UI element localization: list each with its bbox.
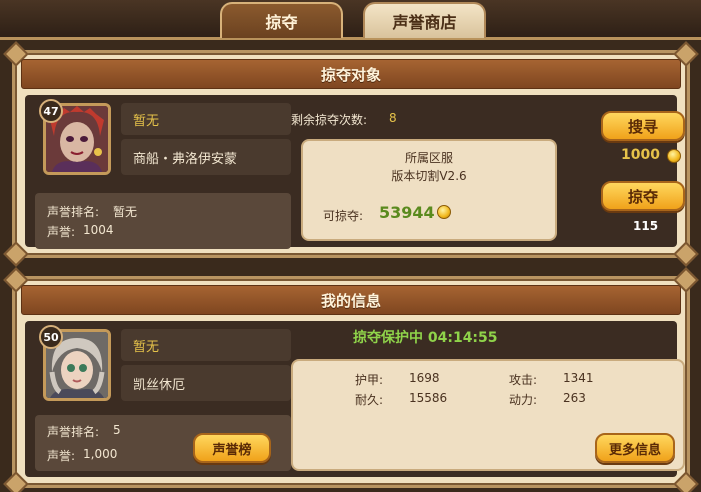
panel-title: 掠夺对象 <box>21 59 681 89</box>
plunder-target-panel: 掠夺对象 47 暂无 商船・弗洛伊安蒙 声誉排名: 暂无 声誉: 1004 剩余… <box>3 41 699 267</box>
search-cost: 1000 <box>621 147 660 163</box>
target-name: 商船・弗洛伊安蒙 <box>133 152 238 167</box>
server-name: 版本切割V2.6 <box>391 169 467 183</box>
target-panel-body: 47 暂无 商船・弗洛伊安蒙 声誉排名: 暂无 声誉: 1004 剩余掠夺次数:… <box>25 95 685 249</box>
target-status-box: 暂无 <box>121 103 291 135</box>
my-name-box: 凯丝休厄 <box>121 365 291 401</box>
lootable-label: 可掠夺: <box>323 209 364 223</box>
reputation-value: 1004 <box>83 223 114 237</box>
reputation-leaderboard-button[interactable]: 声誉榜 <box>193 433 271 463</box>
rank-label: 声誉排名: <box>47 425 100 439</box>
remaining-label: 剩余掠夺次数: <box>291 113 368 127</box>
reputation-label: 声誉: <box>47 225 76 239</box>
my-info-panel: 我的信息 50 暂无 凯丝休厄 声誉排名: 5 声誉: 1,000 声誉榜 掠夺… <box>3 267 699 492</box>
more-info-button[interactable]: 更多信息 <box>595 433 675 463</box>
rank-label: 声誉排名: <box>47 205 100 219</box>
power-label: 动力: <box>509 393 538 407</box>
rank-value: 5 <box>113 423 121 437</box>
panel-title: 我的信息 <box>21 285 681 315</box>
gold-coin-icon <box>437 205 451 219</box>
lootable-value: 53944 <box>379 203 435 222</box>
target-status: 暂无 <box>133 114 160 129</box>
armor-label: 护甲: <box>355 373 384 387</box>
reputation-label: 声誉: <box>47 449 76 463</box>
target-name-box: 商船・弗洛伊安蒙 <box>121 139 291 175</box>
attack-value: 1341 <box>563 371 594 385</box>
rank-value: 暂无 <box>113 205 138 219</box>
durability-value: 15586 <box>409 391 448 405</box>
my-status-box: 暂无 <box>121 329 291 361</box>
durability-label: 耐久: <box>355 393 384 407</box>
top-tab-bar: 掠夺 声誉商店 <box>0 0 701 40</box>
plunder-button[interactable]: 掠夺 <box>601 181 685 211</box>
my-name: 凯丝休厄 <box>133 378 186 393</box>
remaining-value: 8 <box>389 111 397 125</box>
gold-coin-icon <box>667 149 681 163</box>
plunder-cost: 115 <box>633 219 659 233</box>
armor-value: 1698 <box>409 371 440 385</box>
my-stats-box: 护甲: 1698 攻击: 1341 耐久: 15586 动力: 263 更多信息 <box>291 359 685 471</box>
my-panel-body: 50 暂无 凯丝休厄 声誉排名: 5 声誉: 1,000 声誉榜 掠夺保护中 0… <box>25 321 685 477</box>
server-label: 所属区服 <box>404 151 453 165</box>
corner-ornament <box>673 241 699 267</box>
target-server-box: 所属区服 版本切割V2.6 可掠夺: 53944 <box>301 139 557 241</box>
attack-label: 攻击: <box>509 373 538 387</box>
reputation-value: 1,000 <box>83 447 118 461</box>
level-badge: 50 <box>39 325 63 349</box>
level-badge: 47 <box>39 99 63 123</box>
search-button[interactable]: 搜寻 <box>601 111 685 141</box>
protection-timer: 掠夺保护中 04:14:55 <box>353 330 498 346</box>
corner-ornament <box>673 471 699 492</box>
power-value: 263 <box>563 391 586 405</box>
tab-reputation-shop[interactable]: 声誉商店 <box>363 2 486 38</box>
my-status: 暂无 <box>133 340 160 355</box>
tab-plunder[interactable]: 掠夺 <box>220 2 343 38</box>
target-reputation-box: 声誉排名: 暂无 声誉: 1004 <box>35 193 291 249</box>
